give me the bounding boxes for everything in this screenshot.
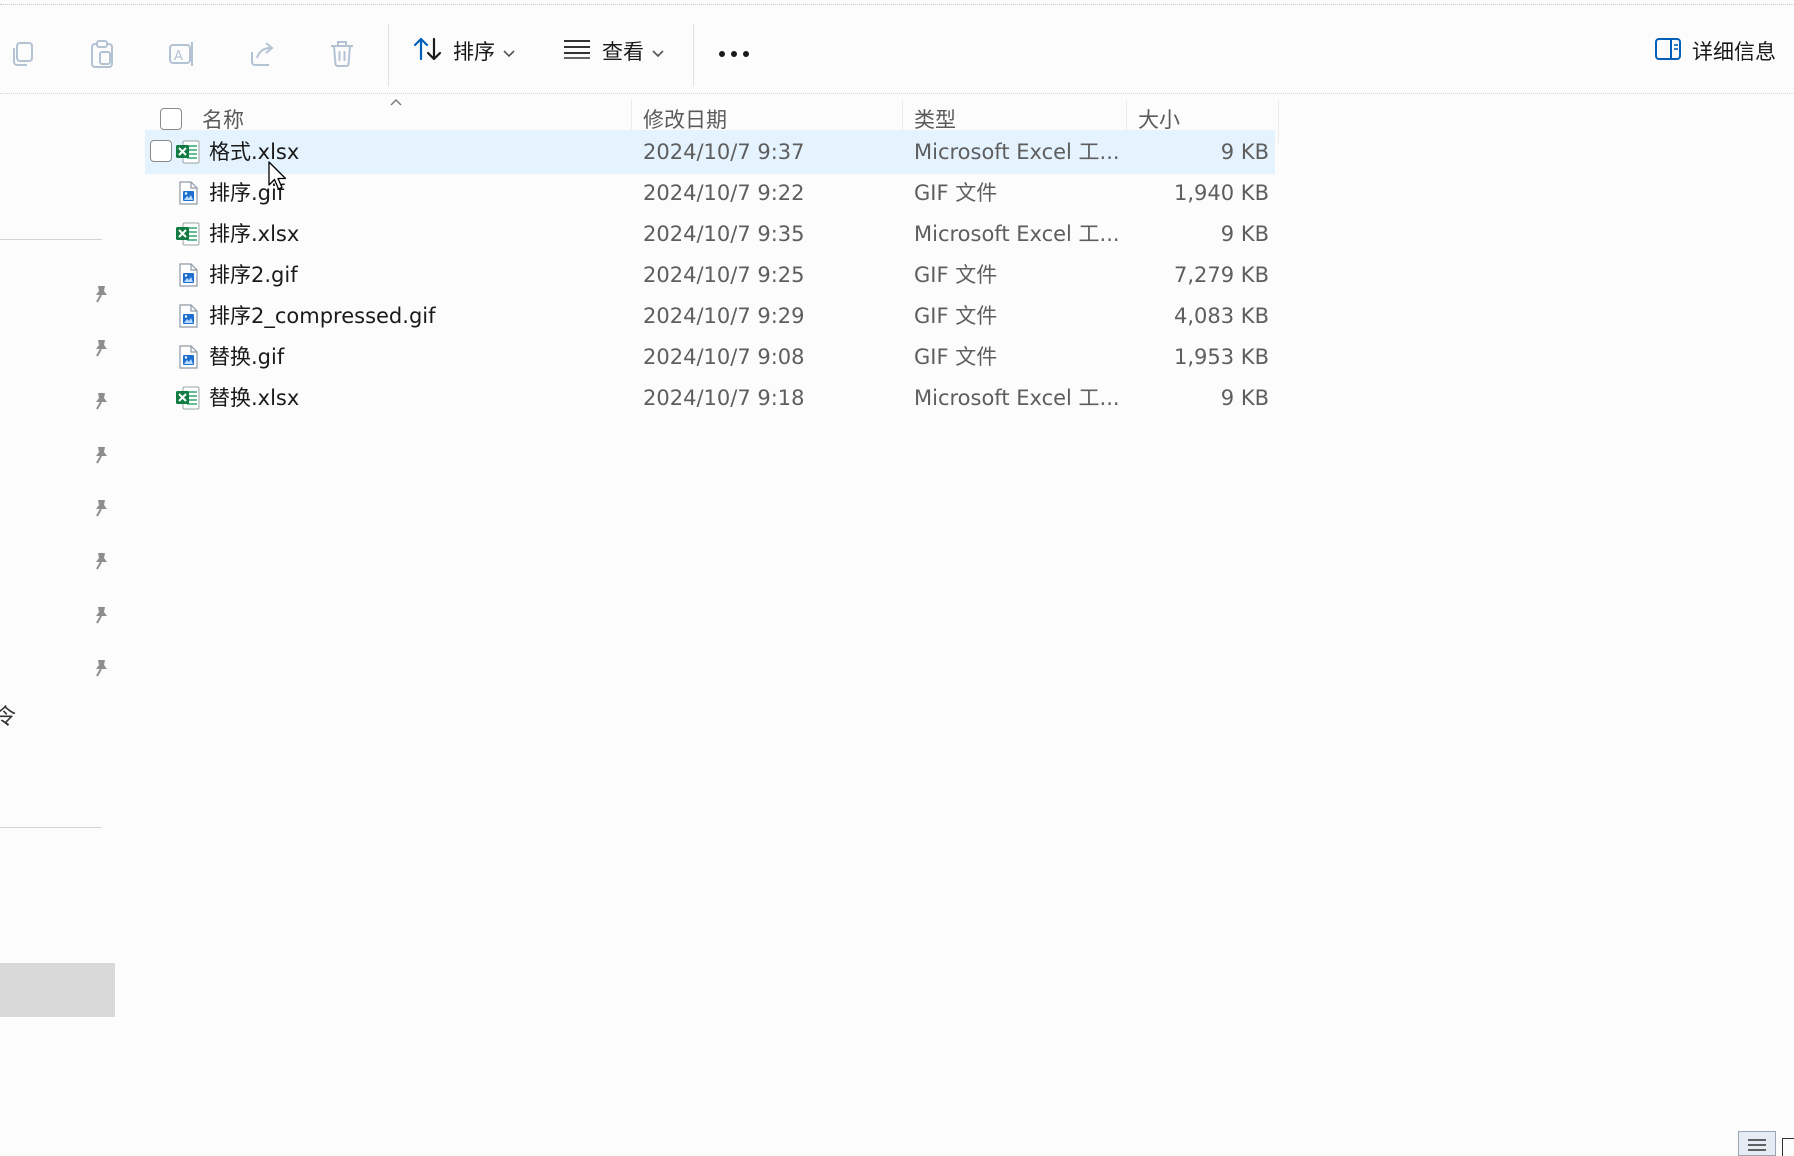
file-size: 1,953 KB bbox=[1174, 345, 1269, 369]
share-icon[interactable] bbox=[244, 36, 280, 72]
excel-file-icon bbox=[175, 139, 201, 165]
file-type: GIF 文件 bbox=[914, 263, 998, 287]
file-name: 排序2_compressed.gif bbox=[209, 304, 436, 328]
file-type: GIF 文件 bbox=[914, 304, 998, 328]
file-size: 1,940 KB bbox=[1174, 181, 1269, 205]
copy-icon[interactable] bbox=[4, 36, 40, 72]
file-type: Microsoft Excel 工... bbox=[914, 386, 1120, 410]
file-explorer-window: A 排序 查看 详细信息 令 名称 修改日期 类型 大小 格式.xlsx 202… bbox=[0, 0, 1794, 1156]
file-name: 排序2.gif bbox=[209, 263, 298, 287]
file-type: GIF 文件 bbox=[914, 181, 998, 205]
file-date-modified: 2024/10/7 9:35 bbox=[643, 222, 805, 246]
gif-file-icon bbox=[175, 344, 201, 370]
details-label: 详细信息 bbox=[1692, 40, 1776, 64]
gif-file-icon bbox=[175, 262, 201, 288]
toolbar-separator bbox=[388, 24, 389, 86]
file-date-modified: 2024/10/7 9:37 bbox=[643, 140, 805, 164]
file-row[interactable]: 替换.gif 2024/10/7 9:08 GIF 文件 1,953 KB bbox=[145, 335, 1275, 379]
mouse-cursor-icon bbox=[268, 161, 290, 195]
file-row[interactable]: 排序.gif 2024/10/7 9:22 GIF 文件 1,940 KB bbox=[145, 171, 1275, 215]
sort-ascending-icon bbox=[389, 93, 403, 112]
file-row[interactable]: 排序.xlsx 2024/10/7 9:35 Microsoft Excel 工..… bbox=[145, 212, 1275, 256]
file-date-modified: 2024/10/7 9:22 bbox=[643, 181, 805, 205]
file-date-modified: 2024/10/7 9:08 bbox=[643, 345, 805, 369]
view-label: 查看 bbox=[602, 40, 644, 64]
file-size: 4,083 KB bbox=[1174, 304, 1269, 328]
pin-icon[interactable] bbox=[88, 281, 114, 307]
file-name: 替换.xlsx bbox=[209, 386, 300, 410]
file-date-modified: 2024/10/7 9:18 bbox=[643, 386, 805, 410]
view-list-icon bbox=[562, 38, 592, 65]
sort-button[interactable]: 排序 bbox=[413, 28, 515, 74]
excel-file-icon bbox=[175, 221, 201, 247]
file-row[interactable]: 排序2.gif 2024/10/7 9:25 GIF 文件 7,279 KB bbox=[145, 253, 1275, 297]
file-size: 9 KB bbox=[1220, 386, 1269, 410]
delete-icon[interactable] bbox=[324, 36, 360, 72]
window-top-border bbox=[0, 4, 1794, 5]
file-type: Microsoft Excel 工... bbox=[914, 140, 1120, 164]
toolbar-separator bbox=[693, 24, 694, 86]
more-options-button[interactable] bbox=[718, 28, 750, 74]
column-divider[interactable] bbox=[1278, 99, 1279, 143]
file-size: 9 KB bbox=[1220, 222, 1269, 246]
pin-icon[interactable] bbox=[88, 388, 114, 414]
details-view-toggle[interactable] bbox=[1738, 1131, 1776, 1156]
sort-icon bbox=[413, 35, 443, 68]
sidebar-divider bbox=[0, 827, 102, 828]
pin-icon[interactable] bbox=[88, 548, 114, 574]
file-row[interactable]: 替换.xlsx 2024/10/7 9:18 Microsoft Excel 工..… bbox=[145, 376, 1275, 420]
gif-file-icon bbox=[175, 180, 201, 206]
excel-file-icon bbox=[175, 385, 201, 411]
sidebar-divider bbox=[0, 239, 102, 240]
command-bar: A 排序 查看 详细信息 bbox=[0, 6, 1794, 94]
sort-label: 排序 bbox=[453, 40, 495, 64]
paste-icon[interactable] bbox=[84, 36, 120, 72]
pin-icon[interactable] bbox=[88, 442, 114, 468]
pin-icon[interactable] bbox=[88, 335, 114, 361]
file-name: 排序.xlsx bbox=[209, 222, 300, 246]
gif-file-icon bbox=[175, 303, 201, 329]
details-pane-button[interactable]: 详细信息 bbox=[1654, 28, 1776, 74]
details-pane-icon bbox=[1654, 37, 1682, 66]
file-type: GIF 文件 bbox=[914, 345, 998, 369]
sidebar-item-clipped-label[interactable]: 令 bbox=[0, 699, 16, 731]
file-row[interactable]: 格式.xlsx 2024/10/7 9:37 Microsoft Excel 工..… bbox=[145, 130, 1275, 174]
more-icon bbox=[718, 39, 750, 63]
file-size: 7,279 KB bbox=[1174, 263, 1269, 287]
file-date-modified: 2024/10/7 9:29 bbox=[643, 304, 805, 328]
file-size: 9 KB bbox=[1220, 140, 1269, 164]
file-name: 替换.gif bbox=[209, 345, 285, 369]
chevron-down-icon bbox=[652, 39, 664, 63]
file-row[interactable]: 排序2_compressed.gif 2024/10/7 9:29 GIF 文件 4,… bbox=[145, 294, 1275, 338]
svg-text:A: A bbox=[174, 49, 183, 64]
chevron-down-icon bbox=[503, 39, 515, 63]
file-date-modified: 2024/10/7 9:25 bbox=[643, 263, 805, 287]
file-type: Microsoft Excel 工... bbox=[914, 222, 1120, 246]
pin-icon[interactable] bbox=[88, 655, 114, 681]
view-button[interactable]: 查看 bbox=[562, 28, 664, 74]
rename-icon[interactable]: A bbox=[164, 36, 200, 72]
pin-icon[interactable] bbox=[88, 602, 114, 628]
pin-icon[interactable] bbox=[88, 495, 114, 521]
row-checkbox[interactable] bbox=[150, 140, 172, 162]
sidebar-item-selected[interactable] bbox=[0, 963, 115, 1017]
tiles-view-toggle[interactable] bbox=[1782, 1138, 1794, 1156]
navigation-pane: 令 bbox=[0, 95, 115, 1156]
